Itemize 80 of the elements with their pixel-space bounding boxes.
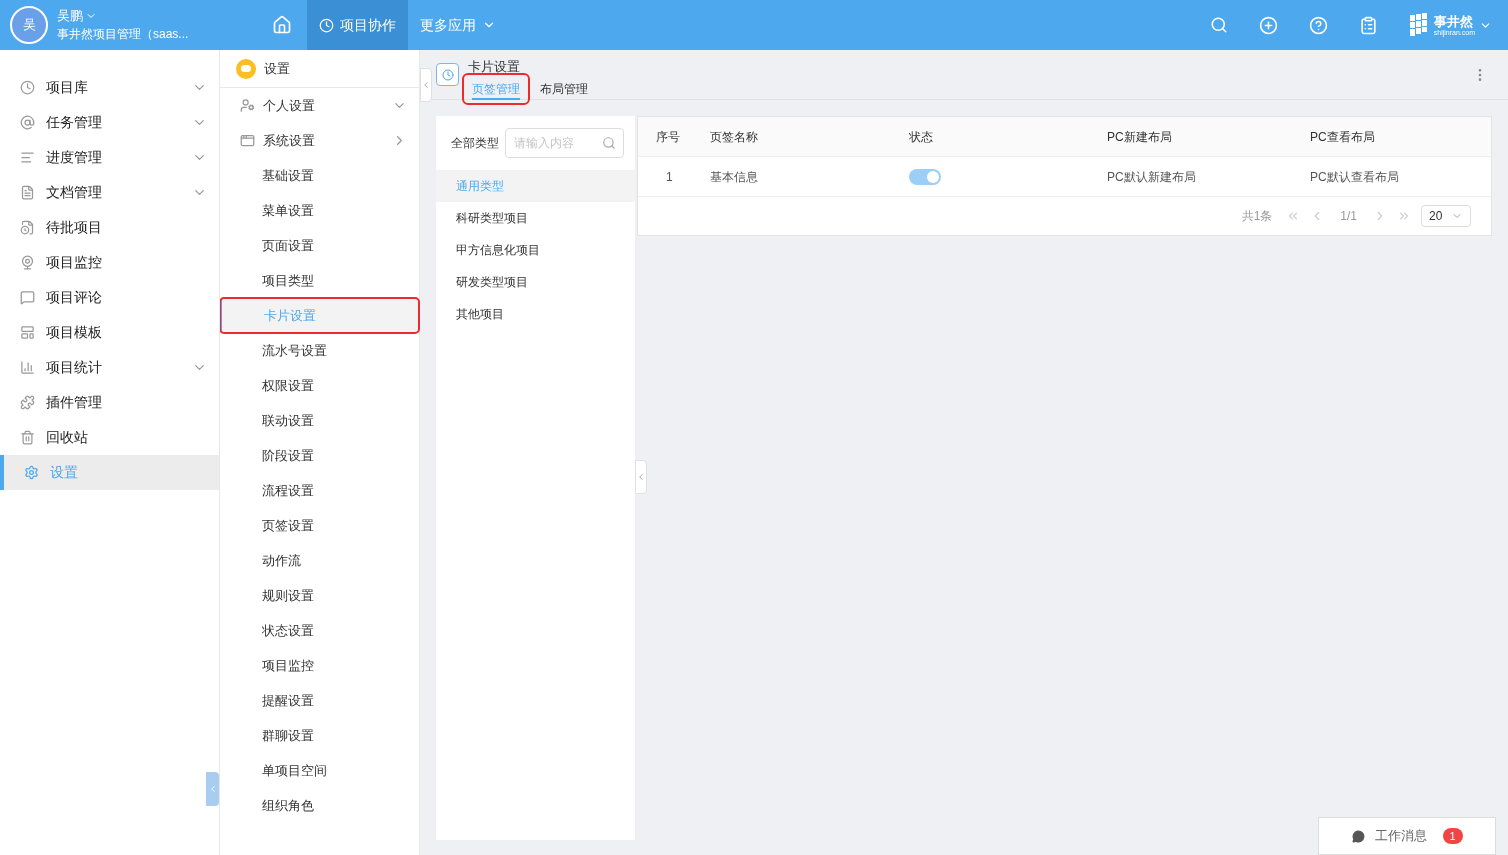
- table-cell-text: 基本信息: [710, 168, 759, 186]
- menu-group[interactable]: 系统设置: [220, 123, 419, 158]
- type-item[interactable]: 研发类型项目: [436, 266, 635, 298]
- menu-group[interactable]: 个人设置: [220, 88, 419, 123]
- clock-icon: [20, 80, 35, 95]
- last-page-icon[interactable]: [1397, 209, 1411, 223]
- page-indicator: 1/1: [1339, 208, 1358, 225]
- column-header: 页签名称: [710, 128, 759, 146]
- table-cell-text: 1: [665, 168, 674, 186]
- table-cell-text: PC默认新建布局: [1107, 168, 1197, 186]
- menu-item[interactable]: 阶段设置: [220, 438, 419, 473]
- chat-icon: [1351, 829, 1365, 843]
- count-badge: 1: [1442, 828, 1463, 844]
- menu-item[interactable]: 菜单设置: [220, 193, 419, 228]
- menu-item[interactable]: 权限设置: [220, 368, 419, 403]
- menu-item[interactable]: 群聊设置: [220, 718, 419, 753]
- sidebar-item[interactable]: 插件管理: [0, 385, 219, 420]
- collapse-handle[interactable]: [420, 68, 432, 102]
- template-icon: [20, 325, 35, 340]
- logo-text: 事井然: [1433, 14, 1473, 28]
- document-clock-icon: [20, 220, 35, 235]
- sidebar-item[interactable]: 进度管理: [0, 140, 219, 175]
- sidebar-item[interactable]: 任务管理: [0, 105, 219, 140]
- menu-item[interactable]: 项目类型: [220, 263, 419, 298]
- sidebar-item[interactable]: 项目评论: [0, 280, 219, 315]
- column-header: PC查看布局: [1310, 128, 1376, 146]
- menu-item[interactable]: 流水号设置: [220, 333, 419, 368]
- column-header: 序号: [655, 128, 681, 146]
- page-size-select[interactable]: 20: [1421, 205, 1471, 227]
- user-icon: [240, 98, 255, 113]
- work-messages-button[interactable]: 工作消息 1: [1318, 817, 1496, 855]
- collapse-handle[interactable]: [206, 772, 219, 806]
- sidebar-item[interactable]: 回收站: [0, 420, 219, 455]
- type-item[interactable]: 其他项目: [436, 298, 635, 330]
- organization-name: 事井然项目管理（saas...: [57, 26, 190, 43]
- bars-icon: [20, 150, 35, 165]
- sidebar-item[interactable]: 项目监控: [0, 245, 219, 280]
- status-toggle[interactable]: [909, 168, 941, 185]
- card-icon: [436, 63, 459, 86]
- comment-icon: [20, 290, 35, 305]
- column-header: PC新建布局: [1107, 128, 1173, 146]
- search-icon: [602, 136, 616, 150]
- type-item[interactable]: 科研类型项目: [436, 202, 635, 234]
- sidebar-item[interactable]: 项目模板: [0, 315, 219, 350]
- page-title: 卡片设置: [468, 59, 521, 75]
- logo-icon: [1409, 13, 1430, 37]
- tab[interactable]: 布局管理: [534, 75, 594, 103]
- menu-item[interactable]: 提醒设置: [220, 683, 419, 718]
- collapse-handle[interactable]: [635, 460, 647, 494]
- window-icon: [240, 133, 255, 148]
- trash-icon: [20, 430, 35, 445]
- menu-item[interactable]: 动作流: [220, 543, 419, 578]
- clock-icon: [319, 17, 334, 33]
- sidebar-item[interactable]: 文档管理: [0, 175, 219, 210]
- menu-item[interactable]: 联动设置: [220, 403, 419, 438]
- menu-item[interactable]: 单项目空间: [220, 753, 419, 788]
- column-header: 状态: [909, 128, 934, 146]
- sidebar-item[interactable]: 项目统计: [0, 350, 219, 385]
- menu-item[interactable]: 状态设置: [220, 613, 419, 648]
- menu-item[interactable]: 基础设置: [220, 158, 419, 193]
- document-icon: [20, 185, 35, 200]
- at-sign-icon: [20, 115, 35, 130]
- type-item[interactable]: 甲方信息化项目: [436, 234, 635, 266]
- menu-item[interactable]: 流程设置: [220, 473, 419, 508]
- menu-item[interactable]: 组织角色: [220, 788, 419, 823]
- menu-item[interactable]: 页面设置: [220, 228, 419, 263]
- menu-title: 设置: [264, 59, 290, 78]
- inbox-icon: [236, 58, 256, 79]
- table-cell-text: PC默认查看布局: [1310, 168, 1400, 186]
- sidebar-item[interactable]: 待批项目: [0, 210, 219, 245]
- puzzle-icon: [20, 395, 35, 410]
- total-count: 共1条: [1241, 208, 1273, 225]
- menu-item[interactable]: 项目监控: [220, 648, 419, 683]
- chart-icon: [20, 360, 35, 375]
- sidebar-item[interactable]: 项目库: [0, 70, 219, 105]
- settings-icon: [24, 465, 39, 480]
- type-label: 全部类型: [451, 135, 499, 152]
- menu-item[interactable]: 页签设置: [220, 508, 419, 543]
- menu-item[interactable]: 规则设置: [220, 578, 419, 613]
- webcam-icon: [20, 255, 35, 270]
